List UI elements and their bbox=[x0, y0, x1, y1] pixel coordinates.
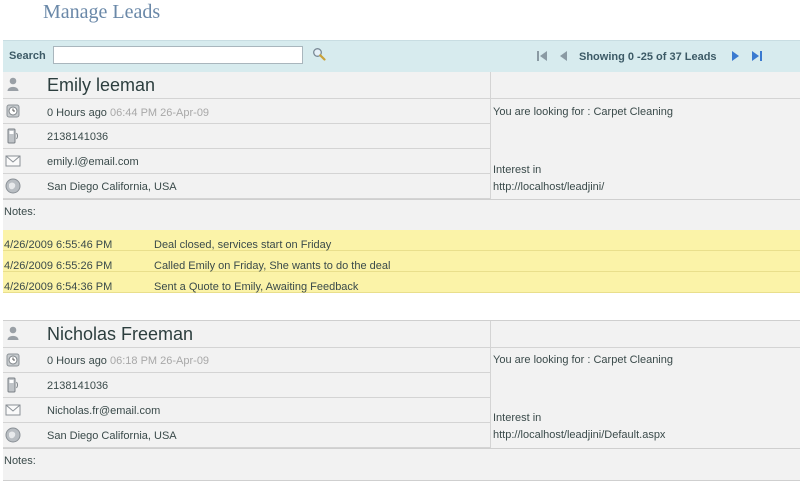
last-page-icon[interactable] bbox=[750, 49, 764, 63]
globe-icon bbox=[5, 178, 21, 194]
lead-name[interactable]: Emily leeman bbox=[47, 75, 155, 96]
lead-phone-row: 2138141036 bbox=[3, 373, 490, 398]
lead-header-right bbox=[491, 72, 800, 99]
first-page-icon[interactable] bbox=[535, 49, 549, 63]
note-text: Deal closed, services start on Friday bbox=[154, 239, 332, 251]
globe-icon bbox=[5, 427, 21, 443]
lead-phone: 2138141036 bbox=[47, 131, 109, 143]
lead-time-ago: 0 Hours ago bbox=[47, 355, 107, 367]
note-time: 4/26/2009 6:54:36 PM bbox=[4, 281, 113, 293]
search-label: Search bbox=[9, 50, 46, 62]
lead-card: Nicholas Freeman 0 Hours ago 06:18 PM 26… bbox=[3, 320, 800, 481]
lead-email[interactable]: emily.l@email.com bbox=[47, 156, 139, 168]
lead-name-row: Nicholas Freeman bbox=[3, 321, 490, 348]
lead-phone: 2138141036 bbox=[47, 380, 109, 392]
note-text: Called Emily on Friday, She wants to do … bbox=[154, 260, 391, 272]
phone-icon bbox=[7, 377, 18, 393]
lead-location-row: San Diego California, USA bbox=[3, 174, 490, 199]
clock-icon bbox=[6, 104, 20, 118]
note-row: 4/26/2009 6:55:46 PM Deal closed, servic… bbox=[3, 230, 800, 251]
lead-email-row: emily.l@email.com bbox=[3, 149, 490, 174]
notes-list: 4/26/2009 6:55:46 PM Deal closed, servic… bbox=[3, 230, 800, 293]
lead-email[interactable]: Nicholas.fr@email.com bbox=[47, 405, 160, 417]
note-time: 4/26/2009 6:55:46 PM bbox=[4, 239, 113, 251]
lead-time-row: 0 Hours ago 06:18 PM 26-Apr-09 bbox=[3, 348, 490, 373]
lead-timestamp: 06:18 PM 26-Apr-09 bbox=[110, 355, 210, 367]
divider bbox=[3, 448, 800, 449]
lead-location: San Diego California, USA bbox=[47, 181, 177, 193]
lead-location-row: San Diego California, USA bbox=[3, 423, 490, 448]
note-text: Sent a Quote to Emily, Awaiting Feedback bbox=[154, 281, 359, 293]
search-icon[interactable] bbox=[312, 47, 326, 61]
person-icon bbox=[7, 77, 19, 91]
page-title: Manage Leads bbox=[43, 1, 161, 23]
lead-looking-for: You are looking for : Carpet Cleaning bbox=[493, 106, 673, 118]
clock-icon bbox=[6, 353, 20, 367]
lead-interest-url[interactable]: http://localhost/leadjini/Default.aspx bbox=[493, 429, 665, 441]
lead-time-ago: 0 Hours ago bbox=[47, 107, 107, 119]
search-input[interactable] bbox=[53, 46, 303, 64]
search-bar: Search Showing 0 -25 of 37 Leads bbox=[3, 40, 800, 72]
prev-page-icon[interactable] bbox=[557, 49, 571, 63]
notes-label: Notes: bbox=[4, 206, 36, 218]
lead-interest-url[interactable]: http://localhost/leadjini/ bbox=[493, 181, 604, 193]
divider bbox=[3, 199, 800, 200]
pager-status: Showing 0 -25 of 37 Leads bbox=[579, 51, 717, 63]
lead-name[interactable]: Nicholas Freeman bbox=[47, 324, 193, 345]
lead-card: Emily leeman 0 Hours ago 06:44 PM 26-Apr… bbox=[3, 72, 800, 230]
person-icon bbox=[7, 326, 19, 340]
note-row: 4/26/2009 6:55:26 PM Called Emily on Fri… bbox=[3, 251, 800, 272]
lead-interest-label: Interest in bbox=[493, 412, 542, 424]
lead-header-right bbox=[491, 321, 800, 348]
lead-interest-label: Interest in bbox=[493, 164, 542, 176]
lead-name-row: Emily leeman bbox=[3, 72, 490, 99]
phone-icon bbox=[7, 128, 18, 144]
lead-email-row: Nicholas.fr@email.com bbox=[3, 398, 490, 423]
note-row: 4/26/2009 6:54:36 PM Sent a Quote to Emi… bbox=[3, 272, 800, 293]
lead-looking-for: You are looking for : Carpet Cleaning bbox=[493, 354, 673, 366]
lead-timestamp: 06:44 PM 26-Apr-09 bbox=[110, 107, 210, 119]
divider bbox=[3, 480, 800, 481]
notes-label: Notes: bbox=[4, 455, 36, 467]
envelope-icon bbox=[5, 155, 21, 167]
lead-phone-row: 2138141036 bbox=[3, 124, 490, 149]
lead-time-row: 0 Hours ago 06:44 PM 26-Apr-09 bbox=[3, 99, 490, 124]
envelope-icon bbox=[5, 404, 21, 416]
note-time: 4/26/2009 6:55:26 PM bbox=[4, 260, 113, 272]
next-page-icon[interactable] bbox=[728, 49, 742, 63]
lead-location: San Diego California, USA bbox=[47, 430, 177, 442]
